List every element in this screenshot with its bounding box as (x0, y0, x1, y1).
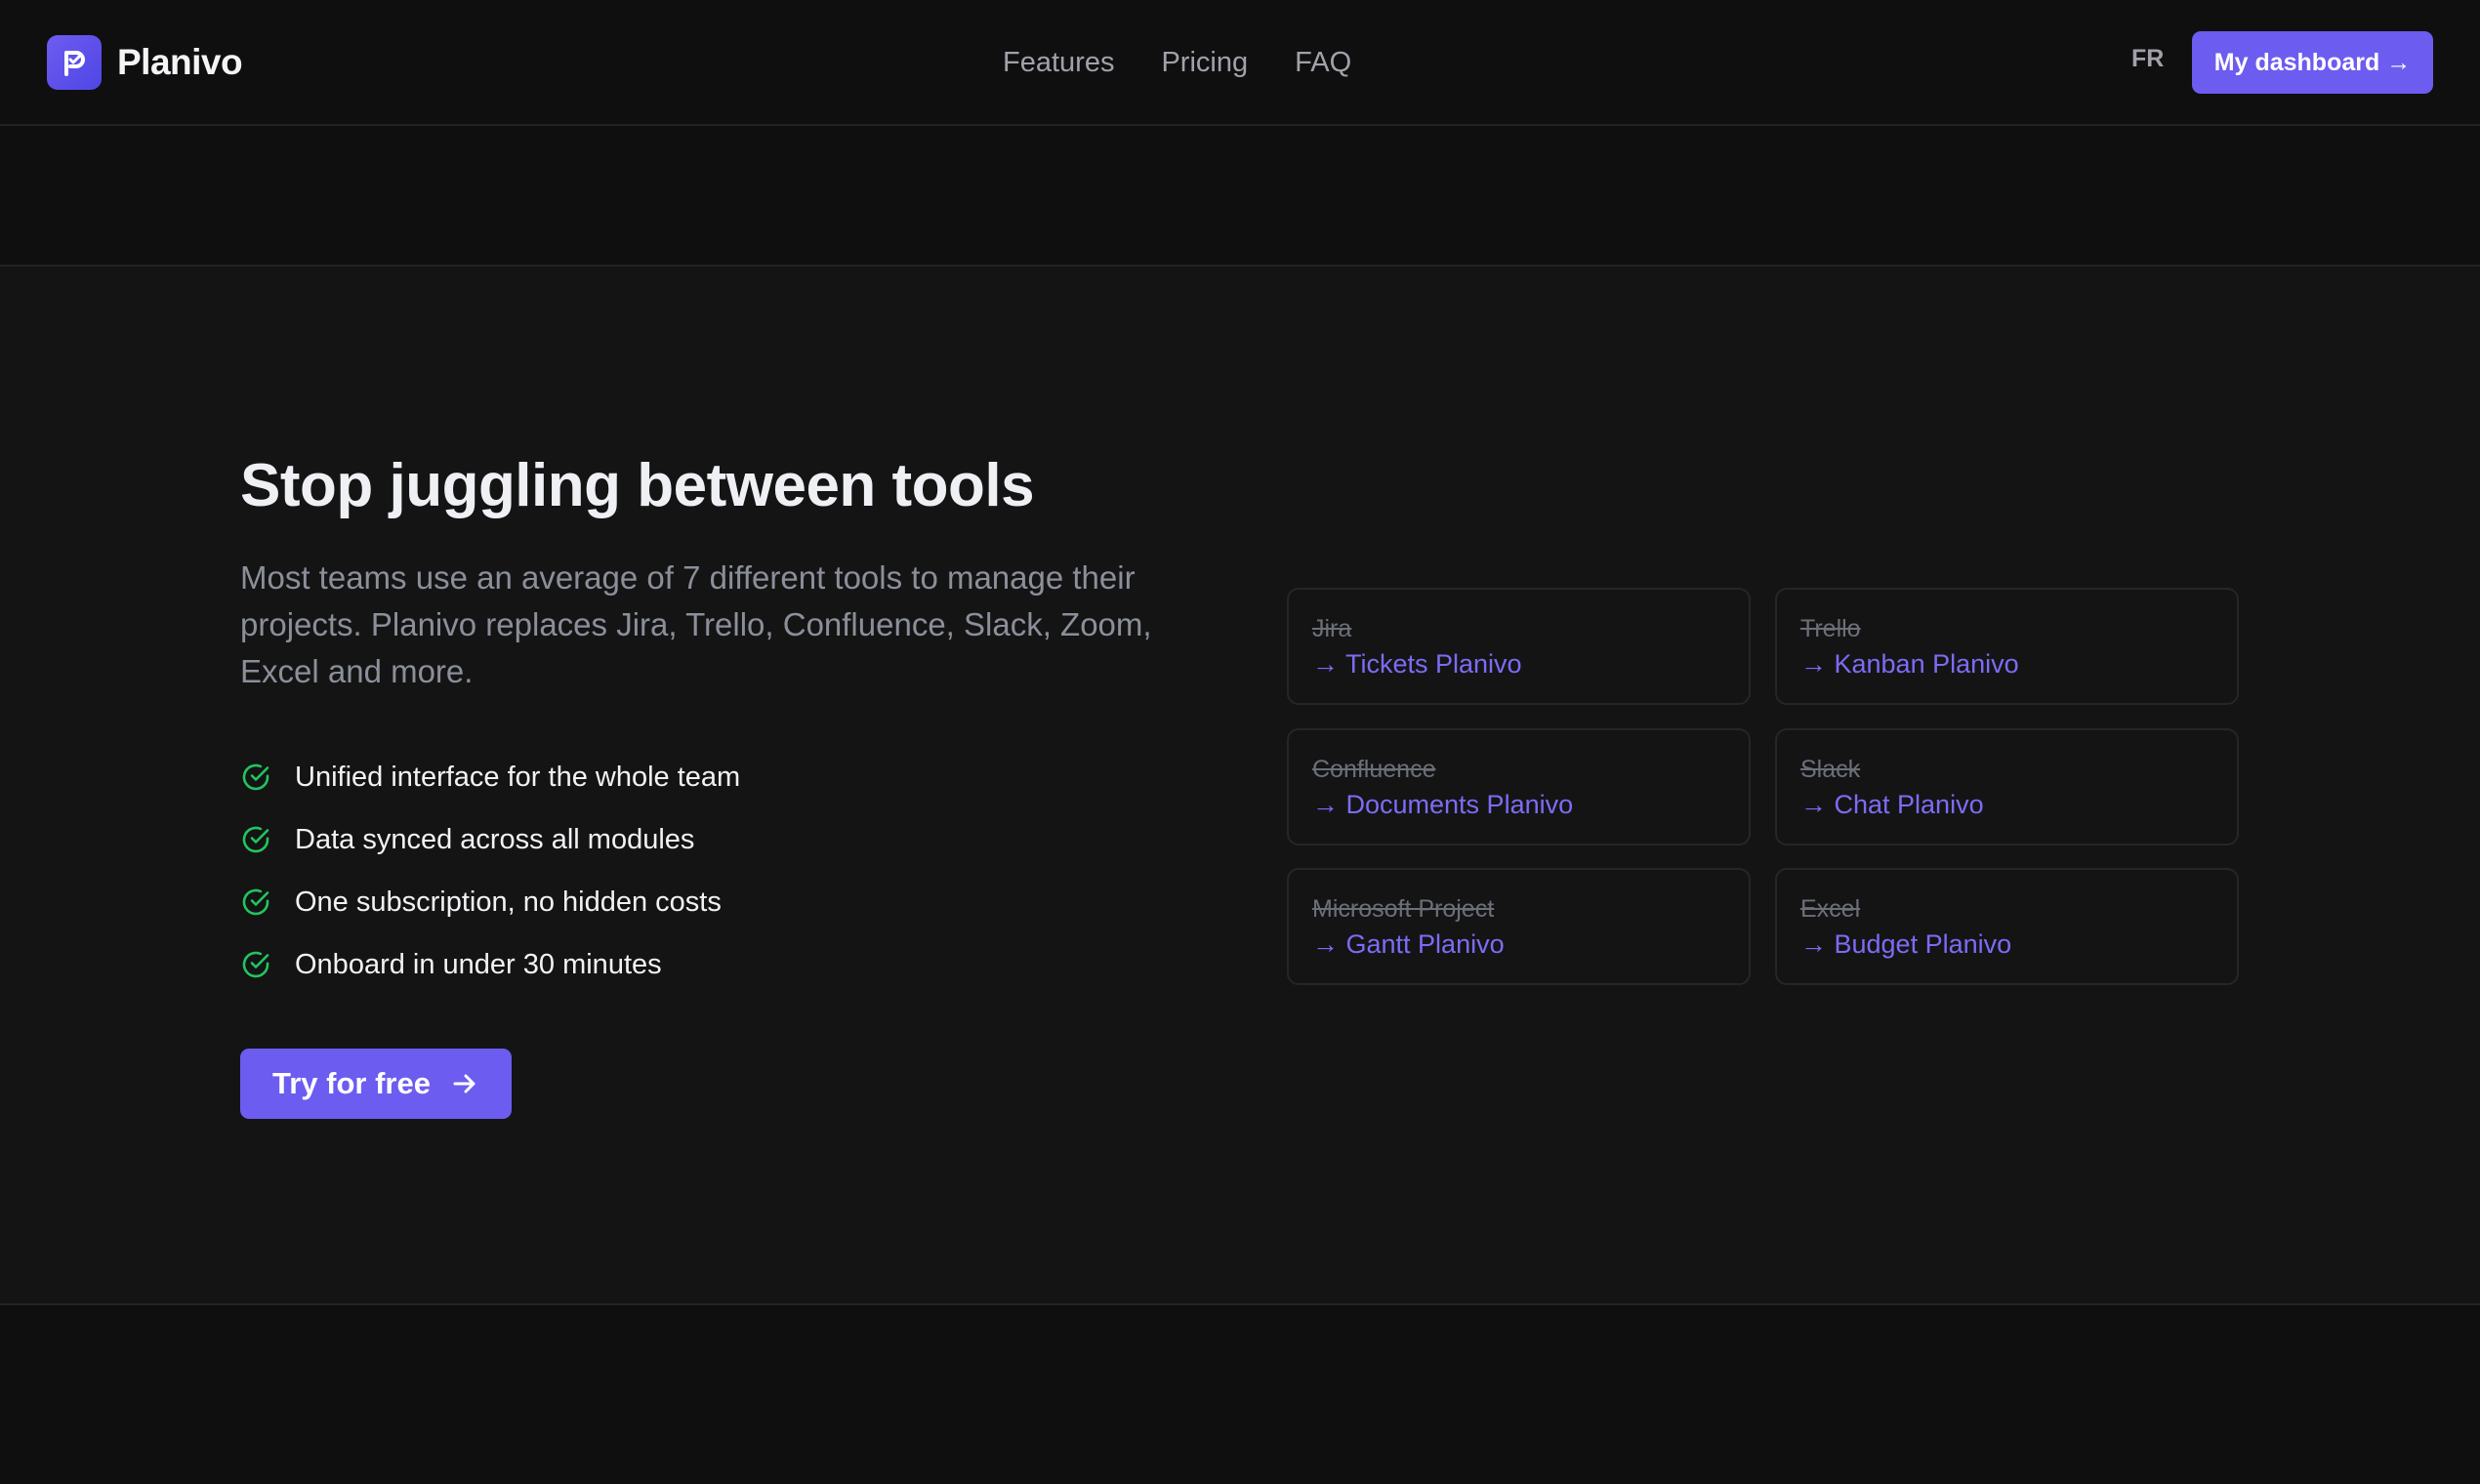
section-title: Stop juggling between tools (240, 452, 1035, 519)
feature-item: Data synced across all modules (240, 820, 740, 859)
language-switch[interactable]: FR (2131, 45, 2164, 73)
replaced-tool: Microsoft Project (1312, 895, 1495, 923)
replacement-card-microsoft-project: Microsoft Project → Gantt Planivo (1287, 868, 1751, 985)
planivo-module: → Tickets Planivo (1312, 649, 1522, 679)
try-for-free-button[interactable]: Try for free (240, 1049, 512, 1119)
site-header: Planivo Features Pricing FAQ FR My dashb… (0, 0, 2480, 126)
check-circle-icon (242, 888, 269, 916)
feature-text: One subscription, no hidden costs (295, 886, 722, 918)
planivo-logo-icon (47, 35, 102, 90)
planivo-module: → Gantt Planivo (1312, 929, 1505, 959)
replaced-tool: Slack (1800, 756, 1861, 783)
feature-text: Unified interface for the whole team (295, 761, 741, 793)
brand[interactable]: Planivo (47, 35, 243, 90)
check-circle-icon (242, 826, 269, 853)
cta-label: Try for free (272, 1066, 431, 1100)
planivo-module: → Chat Planivo (1800, 790, 1984, 819)
nav-link-features[interactable]: Features (1003, 47, 1114, 79)
planivo-module: → Documents Planivo (1312, 790, 1574, 819)
nav-link-faq[interactable]: FAQ (1295, 47, 1351, 79)
feature-text: Onboard in under 30 minutes (295, 948, 662, 980)
replaced-tool: Confluence (1312, 756, 1436, 783)
replaced-tool: Jira (1312, 615, 1352, 642)
replacement-card-slack: Slack → Chat Planivo (1775, 728, 2239, 845)
feature-list: Unified interface for the whole team Dat… (240, 758, 740, 1008)
check-circle-icon (242, 951, 269, 978)
feature-text: Data synced across all modules (295, 823, 695, 855)
replacement-card-confluence: Confluence → Documents Planivo (1287, 728, 1751, 845)
check-circle-icon (242, 763, 269, 791)
section-lead: Most teams use an average of 7 different… (240, 559, 1152, 689)
main-nav: Features Pricing FAQ (1003, 39, 1351, 86)
planivo-module: → Budget Planivo (1800, 929, 2012, 959)
header-spacer (0, 126, 2480, 267)
feature-item: Onboard in under 30 minutes (240, 945, 740, 984)
planivo-module: → Kanban Planivo (1800, 649, 2019, 679)
replaced-tool: Excel (1800, 895, 1861, 923)
replacement-card-jira: Jira → Tickets Planivo (1287, 588, 1751, 705)
feature-item: Unified interface for the whole team (240, 758, 740, 797)
replacement-card-excel: Excel → Budget Planivo (1775, 868, 2239, 985)
next-section (0, 1307, 2480, 1484)
feature-item: One subscription, no hidden costs (240, 883, 740, 922)
replaced-tool: Trello (1800, 615, 1861, 642)
nav-link-pricing[interactable]: Pricing (1161, 47, 1248, 79)
replacement-card-trello: Trello → Kanban Planivo (1775, 588, 2239, 705)
my-dashboard-button[interactable]: My dashboard → (2192, 31, 2433, 94)
brand-name: Planivo (117, 42, 243, 82)
arrow-right-icon (453, 1074, 475, 1093)
